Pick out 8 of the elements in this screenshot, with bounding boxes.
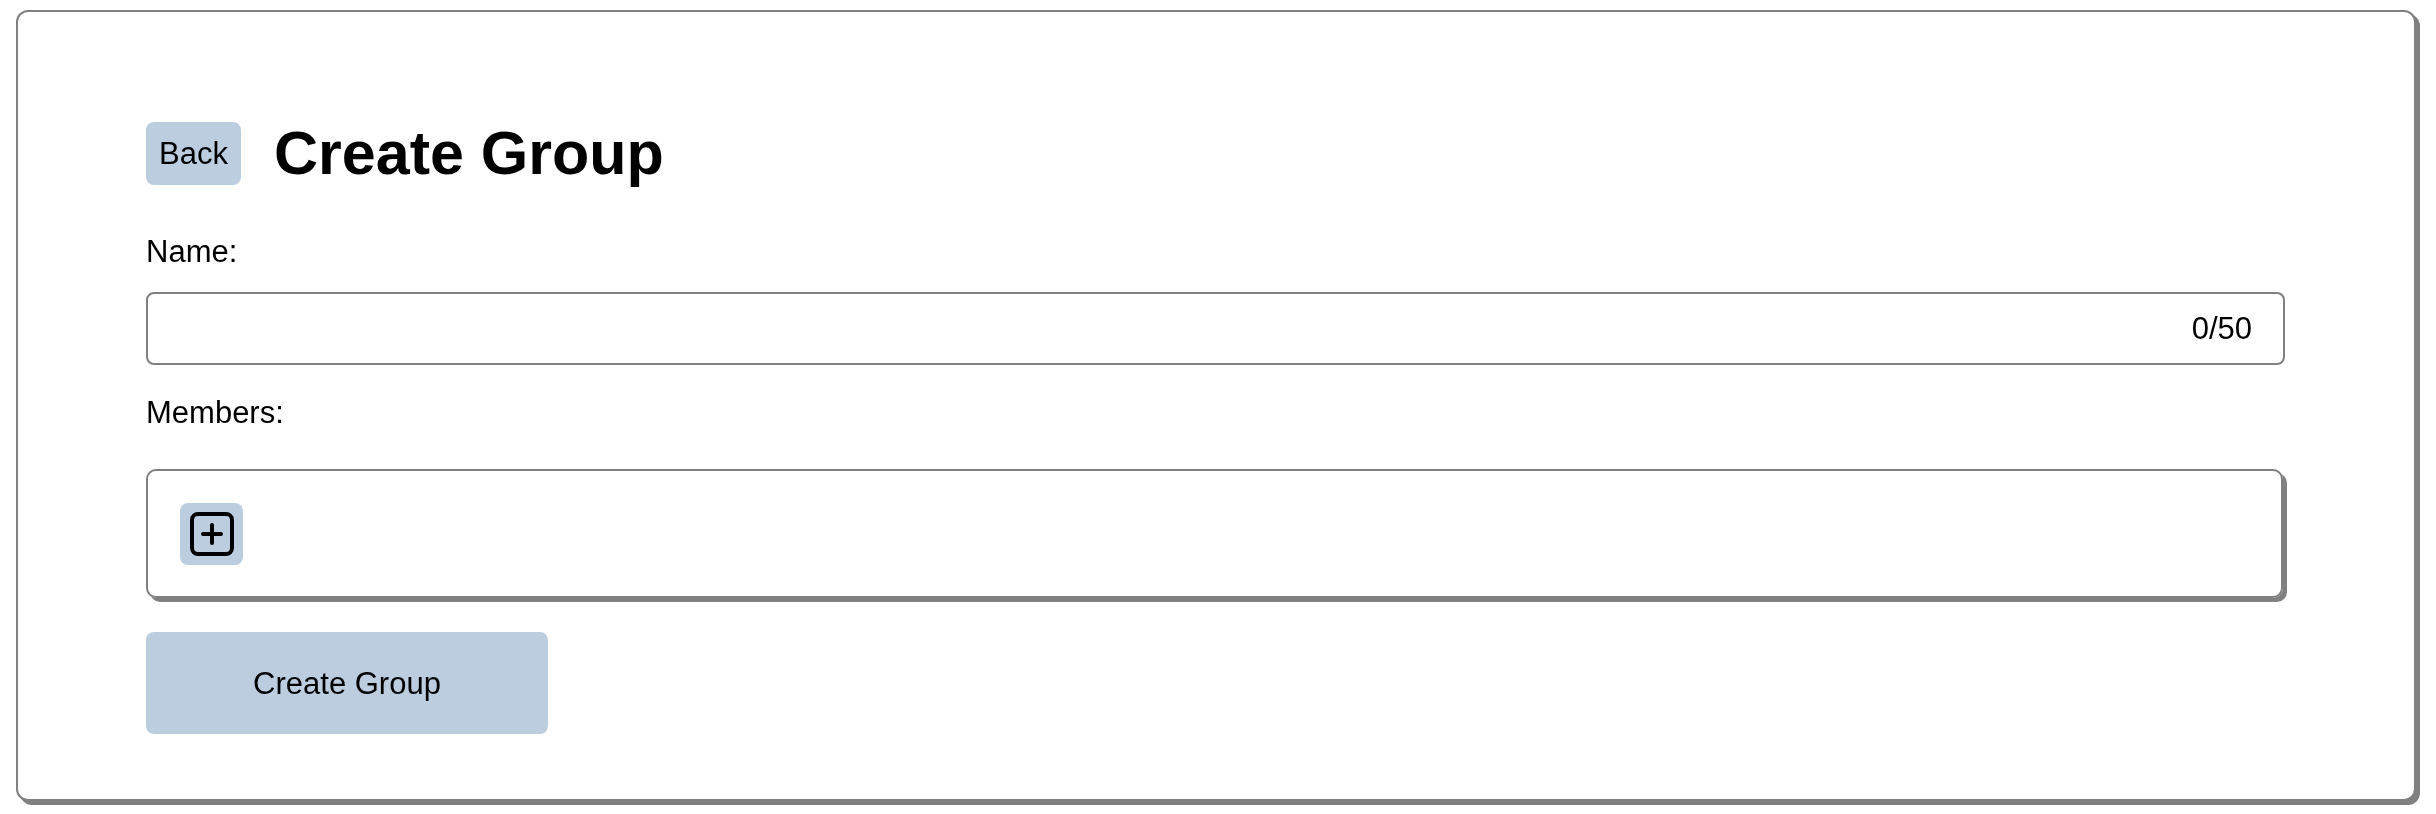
character-counter: 0/50 [2191, 313, 2252, 344]
name-label: Name: [146, 234, 238, 270]
add-member-button[interactable] [180, 503, 243, 565]
members-label: Members: [146, 395, 284, 431]
name-input-field[interactable]: 0/50 [146, 292, 2285, 365]
create-group-button[interactable]: Create Group [146, 632, 548, 734]
plus-square-icon [189, 512, 234, 556]
back-button[interactable]: Back [146, 122, 241, 185]
